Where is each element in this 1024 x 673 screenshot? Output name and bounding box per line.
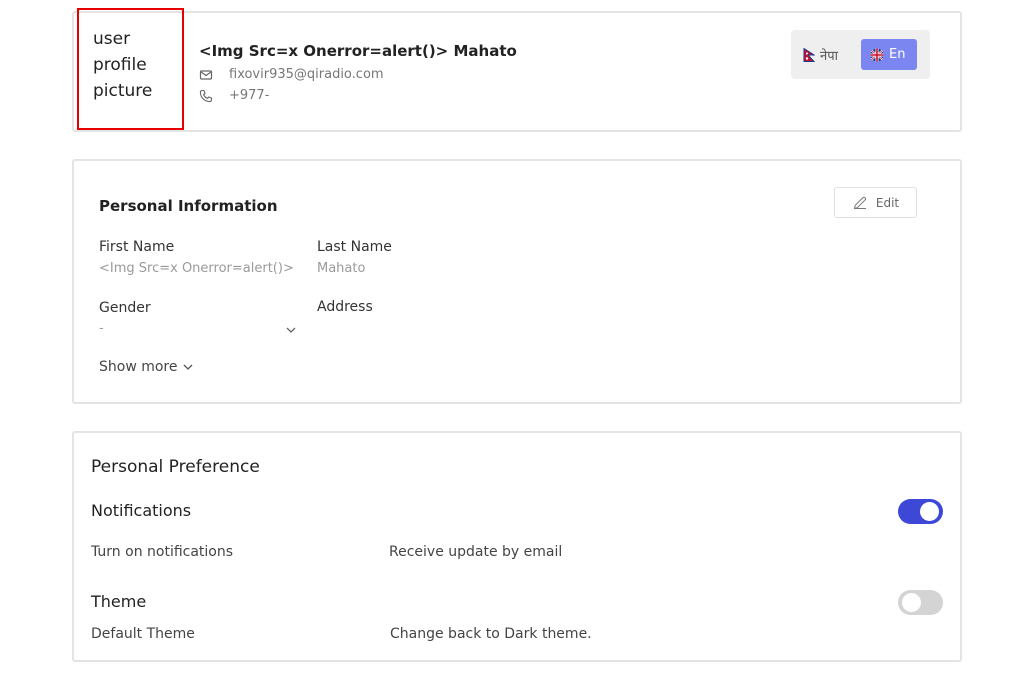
gender-value[interactable]: -: [99, 321, 104, 336]
gender-label: Gender: [99, 300, 151, 316]
first-name-label: First Name: [99, 239, 175, 255]
show-more-label: Show more: [99, 359, 178, 375]
language-option-nepali[interactable]: नेपा: [803, 39, 855, 70]
personal-information-title: Personal Information: [99, 197, 278, 215]
theme-description: Default Theme: [91, 626, 195, 642]
toggle-knob: [920, 502, 939, 521]
first-name-value: <Img Src=x Onerror=alert()>: [99, 261, 294, 276]
theme-toggle[interactable]: [898, 590, 943, 615]
email-row: fixovir935@qiradio.com: [199, 67, 384, 82]
edit-button[interactable]: Edit: [834, 187, 917, 218]
phone-row: +977-: [199, 88, 269, 103]
show-more-button[interactable]: Show more: [99, 359, 194, 375]
toggle-knob: [902, 593, 921, 612]
profile-card: user profile picture <Img Src=x Onerror=…: [72, 8, 962, 132]
phone-icon: [199, 89, 213, 103]
chevron-down-icon: [182, 361, 194, 373]
theme-label: Theme: [91, 592, 147, 611]
mail-icon: [199, 68, 213, 82]
personal-preference-card: Personal Preference Notifications Turn o…: [72, 431, 962, 662]
notifications-description: Turn on notifications: [91, 544, 234, 560]
personal-preference-title: Personal Preference: [91, 457, 260, 477]
edit-label: Edit: [875, 195, 900, 210]
theme-detail: Change back to Dark theme.: [390, 626, 592, 642]
notifications-toggle[interactable]: [898, 499, 943, 524]
language-label-nepali: नेपा: [820, 48, 838, 64]
last-name-value: Mahato: [317, 261, 366, 276]
last-name-label: Last Name: [317, 239, 392, 255]
avatar: user profile picture: [77, 8, 184, 130]
personal-information-card: Personal Information Edit First Name <Im…: [72, 159, 962, 404]
pencil-icon: [852, 195, 868, 211]
nepal-flag-icon: [803, 47, 815, 62]
notifications-detail: Receive update by email: [389, 544, 563, 560]
notifications-label: Notifications: [91, 501, 192, 520]
profile-phone: +977-: [229, 88, 270, 103]
language-label-english: En: [889, 47, 906, 62]
address-label: Address: [317, 299, 373, 315]
chevron-down-icon[interactable]: [285, 324, 297, 336]
profile-email: fixovir935@qiradio.com: [229, 67, 384, 82]
profile-name: <Img Src=x Onerror=alert()> Mahato: [199, 42, 517, 60]
language-option-english[interactable]: En: [861, 39, 917, 70]
language-switch: नेपा En: [791, 30, 930, 79]
uk-flag-icon: [870, 48, 884, 62]
